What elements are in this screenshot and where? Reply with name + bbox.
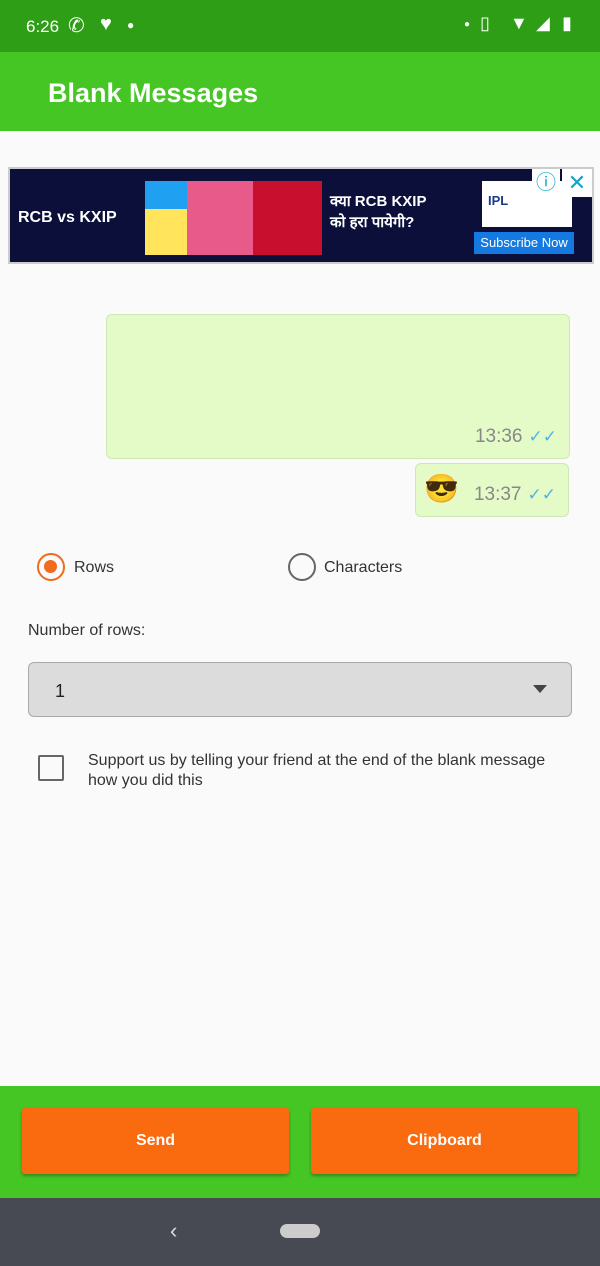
message-time: 13:36 xyxy=(474,426,523,447)
support-label[interactable]: Support us by telling your friend at the… xyxy=(88,751,545,791)
ad-question-line2: को हरा पायेगी? xyxy=(330,214,415,231)
send-button[interactable]: Send xyxy=(22,1108,289,1174)
radio-characters[interactable] xyxy=(288,553,316,581)
wifi-icon: ▼ xyxy=(510,13,528,33)
clipboard-button[interactable]: Clipboard xyxy=(311,1108,578,1174)
status-time: 6:26 xyxy=(26,17,60,36)
radio-rows[interactable] xyxy=(37,553,65,581)
dropdown-arrow-icon xyxy=(533,685,547,693)
signal-icon: ◢ xyxy=(536,13,550,33)
ad-question: क्या RCB KXIP को हरा पायेगी? xyxy=(330,191,426,233)
ad-banner[interactable]: RCB vs KXIP क्या RCB KXIP को हरा पायेगी? … xyxy=(8,167,594,264)
support-label-line2: how you did this xyxy=(88,772,203,789)
message-meta: 13:36 ✓✓ xyxy=(475,426,557,448)
ad-headline: RCB vs KXIP xyxy=(18,209,117,226)
support-checkbox[interactable] xyxy=(38,755,64,781)
battery-icon: ▮ xyxy=(562,13,572,33)
health-heart-icon: ♥ xyxy=(100,13,112,35)
subscribe-button[interactable]: Subscribe Now xyxy=(474,232,574,254)
home-pill-icon[interactable] xyxy=(280,1224,320,1238)
whatsapp-icon: ✆ xyxy=(68,15,85,37)
ad-image xyxy=(145,181,322,255)
message-bubble: 13:36 ✓✓ xyxy=(106,314,570,459)
double-check-icon: ✓✓ xyxy=(527,485,557,504)
rows-value: 1 xyxy=(55,681,66,701)
message-meta: 13:37 ✓✓ xyxy=(474,484,556,506)
navigation-bar: ‹ xyxy=(0,1198,600,1266)
message-time: 13:37 xyxy=(473,484,522,505)
radio-rows-label[interactable]: Rows xyxy=(74,559,114,577)
radio-characters-label[interactable]: Characters xyxy=(324,559,402,577)
app-bar: Blank Messages xyxy=(0,52,600,131)
ad-info-icon[interactable]: ⓘ xyxy=(532,169,560,197)
bottom-bar: Send Clipboard xyxy=(0,1086,600,1198)
message-bubble: 😎 13:37 ✓✓ xyxy=(415,463,569,517)
ad-close-icon[interactable]: ✕ xyxy=(562,169,592,197)
notification-dot-icon: ● xyxy=(127,18,135,32)
back-icon[interactable]: ‹ xyxy=(170,1218,177,1244)
rows-select[interactable]: 1 xyxy=(28,662,572,717)
app-title: Blank Messages xyxy=(48,78,259,108)
ad-question-line1: क्या RCB KXIP xyxy=(330,193,427,210)
vibrate-icon: ▯ xyxy=(480,13,490,33)
double-check-icon: ✓✓ xyxy=(528,427,558,446)
message-emoji: 😎 xyxy=(424,473,459,504)
notification-dot-icon: ● xyxy=(464,19,471,30)
rows-label: Number of rows: xyxy=(28,622,146,639)
status-bar: 6:26 ✆ ♥ ● ● ▯ ▼ ◢ ▮ xyxy=(0,0,600,52)
support-label-line1: Support us by telling your friend at the… xyxy=(88,752,546,769)
